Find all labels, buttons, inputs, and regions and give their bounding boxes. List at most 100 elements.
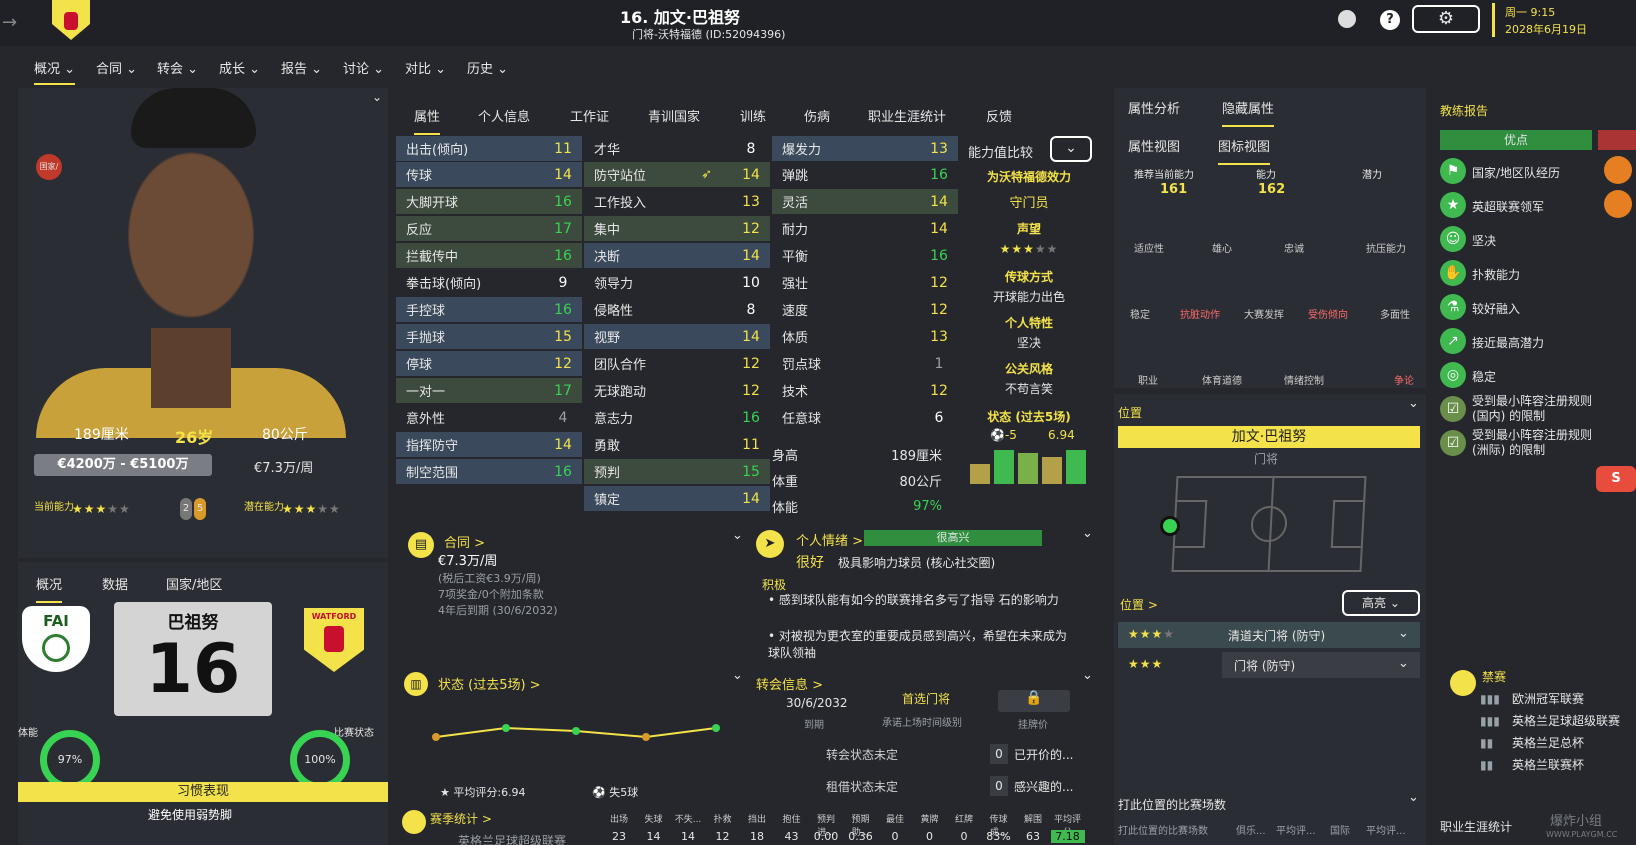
attr-row: 任意球 6 — [782, 409, 944, 428]
subtab-nation[interactable]: 国家/地区 — [166, 574, 222, 593]
ban-item: ▮▮ 英格兰足总杯 — [1480, 736, 1585, 750]
subtab-overview[interactable]: 概况 — [36, 574, 63, 603]
form-point[interactable] — [432, 733, 440, 741]
trait-value: 坚决 — [1016, 336, 1041, 350]
tab-injury[interactable]: 伤病 — [804, 106, 830, 125]
attr-row: 体质 13 — [782, 328, 948, 347]
form-point[interactable] — [572, 727, 580, 735]
watford-crest: WATFORD — [304, 608, 364, 672]
collapse-chevron-icon[interactable]: ⌄ — [1408, 396, 1419, 411]
form-point[interactable] — [502, 724, 510, 732]
nav-contract[interactable]: 合同 ⌄ — [96, 58, 137, 77]
pa-value: 162 — [1258, 182, 1286, 197]
transfer-title[interactable]: 转会信息 > — [756, 674, 823, 693]
attr-row: 拳击球(倾向) 9 — [406, 274, 568, 293]
watermark-cn: 爆炸小组 — [1550, 814, 1603, 829]
tab-career-stats[interactable]: 职业生涯统计 — [868, 106, 946, 125]
mood-item-2: • 对被视为更衣室的重要成员感到高兴，希望在未来成为球队领袖 — [768, 629, 1067, 660]
form-point[interactable] — [712, 724, 720, 732]
season-title[interactable]: 赛季统计 > — [430, 810, 492, 827]
pr-label: 公关风格 — [1004, 362, 1053, 376]
nation-flag-icon[interactable]: 国家/ — [36, 154, 62, 180]
season-val: 12 — [715, 830, 730, 843]
form-title[interactable]: 状态 (过去5场) > — [438, 674, 541, 693]
tab-personal[interactable]: 个人信息 — [478, 106, 530, 125]
transfer-date-label: 到期 — [804, 720, 824, 731]
collapse-chevron-icon[interactable]: ⌄ — [372, 90, 382, 104]
tab-icon-view[interactable]: 图标视图 — [1218, 136, 1271, 165]
tab-training[interactable]: 训练 — [740, 106, 766, 125]
compare-label: 能力值比较 — [968, 146, 1034, 161]
tab-feedback[interactable]: 反馈 — [986, 106, 1012, 125]
coach-item: 英超联赛领军 — [1472, 200, 1545, 214]
nav-overview[interactable]: 概况 ⌄ — [34, 58, 76, 85]
player-weight: 80公斤 — [262, 427, 308, 443]
nav-development[interactable]: 成长 ⌄ — [219, 58, 260, 77]
mood-item-1: • 感到球队能有如今的联赛排名多亏了指导 石的影响力 — [768, 593, 1059, 607]
tab-attr-view[interactable]: 属性视图 — [1128, 136, 1180, 155]
attr-row: 领导力 10 — [594, 274, 760, 293]
interest-link[interactable]: 感兴趣的... — [1014, 778, 1073, 795]
ban-bars-icon: ▮▮ — [1480, 758, 1494, 772]
form-point[interactable] — [642, 733, 650, 741]
attr-row: 强壮 12 — [782, 274, 948, 293]
checklist-icon: ☑ — [1440, 396, 1466, 422]
mental-attributes: 才华 8 防守站位 ➶ 14 工作投入 13 集中 12 决断 14 领导力 10 侵略性 8 … — [584, 136, 770, 512]
collapse-chevron-icon[interactable]: ⌄ — [732, 668, 743, 683]
checklist-icon: ☑ — [1440, 430, 1466, 456]
football-icon[interactable] — [1338, 10, 1356, 28]
contract-title[interactable]: 合同 > — [444, 532, 485, 551]
role-row-2[interactable]: ★★★ 门将 (防守) ⌄ — [1118, 652, 1420, 678]
ban-bars-icon: ▮▮▮ — [1480, 692, 1500, 706]
collapse-chevron-icon[interactable]: ⌄ — [732, 528, 743, 543]
rep-stars: ★★★★★ — [999, 242, 1059, 256]
bans-panel: 禁赛 ▮▮▮ 欧洲冠军联赛 ▮▮▮ 英格兰足球超级联赛 ▮▮ 英格兰足总杯 ▮▮ 英格兰… — [1436, 660, 1636, 780]
badge-2: 2 — [180, 498, 192, 520]
role-stars: ★★★ — [1128, 657, 1164, 671]
nav-transfer[interactable]: 转会 ⌄ — [157, 58, 198, 77]
season-val: 0 — [926, 830, 933, 843]
attr-row: 制空范围 16 — [396, 459, 582, 484]
collapse-chevron-icon[interactable]: ⌄ — [1408, 790, 1419, 805]
contract-icon: ▤ — [408, 532, 434, 558]
settings-button[interactable]: ⚙ — [1412, 5, 1480, 33]
role-row-1[interactable]: ★★★★ 清道夫门将 (防守) ⌄ — [1118, 622, 1420, 648]
position-title: 位置 — [1118, 406, 1143, 420]
tab-attr-analysis[interactable]: 属性分析 — [1128, 98, 1180, 117]
offers-link[interactable]: 已开价的... — [1014, 746, 1073, 763]
help-icon[interactable]: ? — [1380, 10, 1400, 30]
form-bar — [1018, 453, 1038, 484]
form-bars — [970, 444, 1094, 484]
nav-reports[interactable]: 报告 ⌄ — [281, 58, 322, 77]
col-recommend: 推荐当前能力 — [1134, 170, 1194, 181]
contract-bonus: 7项奖金/0个附加条款 — [438, 588, 544, 601]
nav-history[interactable]: 历史 ⌄ — [467, 58, 508, 77]
back-arrow-icon[interactable]: → — [2, 12, 17, 33]
glove-icon: ✋ — [1440, 260, 1466, 286]
tab-workpermit[interactable]: 工作证 — [570, 106, 609, 125]
body-row: 体重 80公斤 — [772, 475, 942, 490]
tab-attributes[interactable]: 属性 — [414, 106, 441, 135]
ban-shield-icon — [1450, 670, 1476, 696]
roles-label[interactable]: 位置 > — [1120, 596, 1158, 613]
subtab-data[interactable]: 数据 — [102, 574, 128, 593]
mood-title[interactable]: 个人情绪 > — [796, 530, 863, 549]
role-label: 守门员 — [1009, 196, 1049, 211]
tab-youth[interactable]: 青训国家 — [648, 106, 700, 125]
position-name-bar: 加文·巴祖努 — [1118, 426, 1420, 448]
goal-icon: ⚽ — [990, 428, 1005, 442]
collapse-chevron-icon[interactable]: ⌄ — [1082, 668, 1093, 683]
orange-ball-icon — [1604, 156, 1632, 184]
tab-hidden-attrs[interactable]: 隐藏属性 — [1222, 98, 1275, 127]
collapse-chevron-icon[interactable]: ⌄ — [1082, 526, 1093, 541]
nav-discussion[interactable]: 讨论 ⌄ — [343, 58, 384, 77]
chart-icon: ▥ — [404, 672, 428, 696]
weaknesses-bar — [1598, 130, 1636, 150]
coach-item: 受到最小阵容注册规则 (洲际) 的限制 — [1472, 428, 1593, 457]
season-icon — [402, 810, 426, 834]
compare-dropdown[interactable]: ⌄ — [1050, 136, 1092, 162]
highlight-dropdown[interactable]: 高亮 ⌄ — [1342, 590, 1420, 616]
coach-item: 国家/地区队经历 — [1472, 166, 1561, 180]
nav-compare[interactable]: 对比 ⌄ — [405, 58, 446, 77]
pitch-diagram — [1171, 476, 1367, 572]
